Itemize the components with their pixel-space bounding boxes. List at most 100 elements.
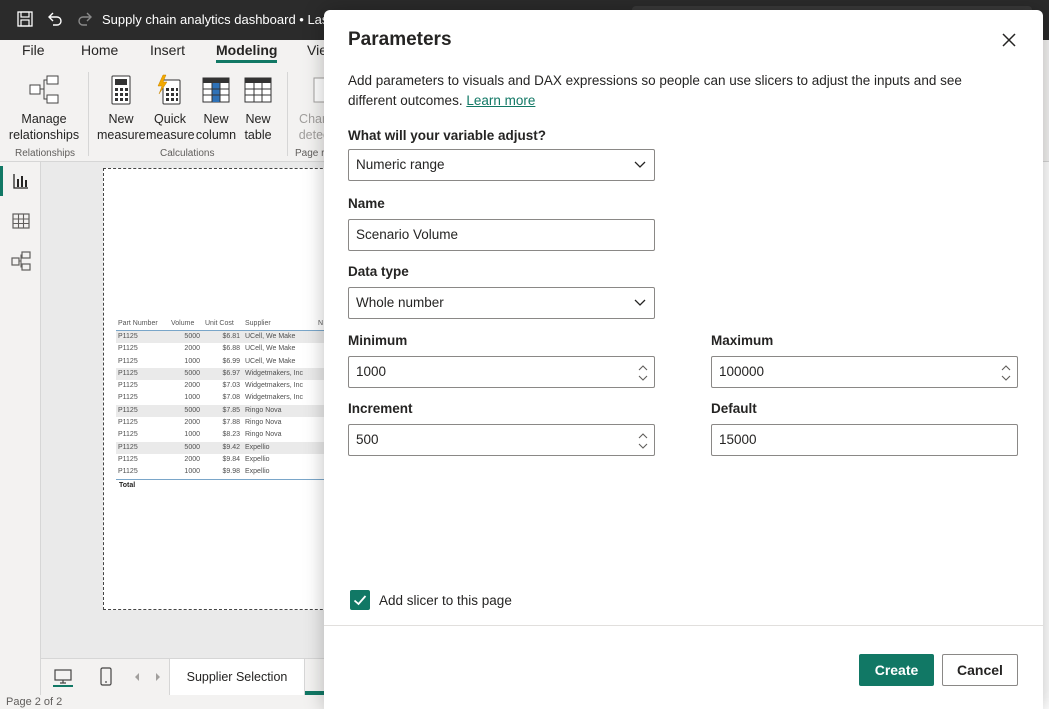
new-column-label-2: column xyxy=(195,128,237,142)
save-icon[interactable] xyxy=(15,9,35,29)
table-cell: $6.99 xyxy=(222,357,240,365)
datatype-dropdown[interactable]: Whole number xyxy=(348,287,655,319)
table-cell: Expellio xyxy=(245,455,270,463)
table-row: P1125 2000 $7.03 Widgetmakers, Inc xyxy=(116,380,326,392)
table-cell: Widgetmakers, Inc xyxy=(245,382,303,390)
spinner-icon[interactable] xyxy=(999,361,1013,385)
footer-divider xyxy=(324,625,1043,626)
new-measure-label-2: measure xyxy=(97,128,146,142)
increment-input[interactable] xyxy=(356,425,610,454)
table-row: P1125 5000 $6.97 Widgetmakers, Inc xyxy=(116,367,326,381)
scroll-left-icon[interactable] xyxy=(133,672,141,682)
tab-insert[interactable]: Insert xyxy=(150,42,185,58)
table-cell: P1125 xyxy=(118,369,138,377)
table-cell: P1125 xyxy=(118,357,138,365)
column-header: N xyxy=(318,320,324,327)
table-cell: $7.88 xyxy=(222,419,240,427)
scroll-right-icon[interactable] xyxy=(154,672,162,682)
name-field[interactable] xyxy=(348,219,655,251)
table-cell: $9.42 xyxy=(222,443,240,451)
create-button[interactable]: Create xyxy=(859,654,934,686)
report-view-icon[interactable] xyxy=(10,170,32,192)
adjust-label: What will your variable adjust? xyxy=(348,128,547,143)
new-table-label-1: New xyxy=(245,112,271,126)
name-input[interactable] xyxy=(356,220,610,249)
table-cell: P1125 xyxy=(118,455,138,463)
learn-more-link[interactable]: Learn more xyxy=(466,93,535,108)
model-view-icon[interactable] xyxy=(10,250,32,272)
group-label-calculations: Calculations xyxy=(160,148,215,159)
ribbon-separator xyxy=(287,72,288,156)
group-label-page: Page r xyxy=(295,148,325,159)
table-cell: 1000 xyxy=(184,357,200,365)
new-column-icon xyxy=(202,77,230,103)
new-table-button[interactable]: New table xyxy=(238,74,278,143)
manage-relationships-button[interactable]: Manage relationships xyxy=(8,74,80,143)
tab-home[interactable]: Home xyxy=(81,42,118,58)
spinner-icon[interactable] xyxy=(636,429,650,453)
report-canvas: Part Number Volume Unit Cost Supplier N … xyxy=(41,162,343,658)
minimum-input[interactable] xyxy=(356,357,610,386)
table-cell: 1000 xyxy=(184,394,200,402)
table-cell: $7.85 xyxy=(222,406,240,414)
new-measure-button[interactable]: New measure xyxy=(97,74,146,143)
table-cell: 2000 xyxy=(184,455,200,463)
minimum-label: Minimum xyxy=(348,333,408,348)
close-icon[interactable] xyxy=(1001,32,1017,48)
desktop-layout-icon[interactable] xyxy=(53,667,73,687)
table-cell: 2000 xyxy=(184,382,200,390)
variable-adjust-dropdown[interactable]: Numeric range xyxy=(348,149,655,181)
table-cell: $9.98 xyxy=(222,468,240,476)
active-view-indicator xyxy=(0,166,3,196)
tab-modeling[interactable]: Modeling xyxy=(216,42,278,63)
table-view-icon[interactable] xyxy=(10,210,32,232)
relationships-icon xyxy=(29,75,59,104)
table-cell: Ringo Nova xyxy=(245,419,282,427)
table-cell: Ringo Nova xyxy=(245,406,282,414)
add-slicer-checkbox[interactable] xyxy=(350,590,370,610)
cancel-button[interactable]: Cancel xyxy=(942,654,1018,686)
table-cell: P1125 xyxy=(118,443,138,451)
default-input[interactable] xyxy=(719,425,973,454)
maximum-input[interactable] xyxy=(719,357,973,386)
manage-relationships-label-1: Manage xyxy=(21,112,67,126)
new-table-label-2: table xyxy=(244,128,272,142)
table-row: P1125 1000 $8.23 Ringo Nova xyxy=(116,429,326,441)
table-cell: P1125 xyxy=(118,345,138,353)
table-cell: 5000 xyxy=(184,369,200,377)
table-cell: $6.88 xyxy=(222,345,240,353)
chevron-down-icon xyxy=(634,161,646,168)
redo-icon[interactable] xyxy=(75,9,95,29)
table-cell: UCell, We Make xyxy=(245,333,296,340)
dialog-description: Add parameters to visuals and DAX expres… xyxy=(348,71,1008,110)
quick-measure-button[interactable]: Quick measure xyxy=(146,74,195,143)
table-cell: $9.84 xyxy=(222,455,240,463)
datatype-label: Data type xyxy=(348,264,409,279)
increment-field[interactable] xyxy=(348,424,655,456)
table-row: P1125 5000 $6.81 UCell, We Make xyxy=(116,331,326,344)
supplier-table-visual[interactable]: Part Number Volume Unit Cost Supplier N … xyxy=(116,317,326,491)
default-field[interactable] xyxy=(711,424,1018,456)
maximum-field[interactable] xyxy=(711,356,1018,388)
calculator-icon xyxy=(111,75,131,105)
table-row: P1125 1000 $9.98 Expellio xyxy=(116,466,326,478)
mobile-layout-icon[interactable] xyxy=(99,667,113,687)
table-cell: UCell, We Make xyxy=(245,345,296,353)
minimum-field[interactable] xyxy=(348,356,655,388)
table-cell: $6.81 xyxy=(222,333,240,340)
window-title: Supply chain analytics dashboard • Last … xyxy=(102,12,350,27)
page-tab-supplier-selection[interactable]: Supplier Selection xyxy=(169,659,305,696)
new-column-button[interactable]: New column xyxy=(194,74,238,143)
table-row: P1125 2000 $9.84 Expellio xyxy=(116,454,326,466)
group-label-relationships: Relationships xyxy=(15,148,76,159)
page-tab-bar: Supplier Selection xyxy=(41,658,341,696)
table-cell: 5000 xyxy=(184,406,200,414)
table-header-row: Part Number Volume Unit Cost Supplier N xyxy=(116,317,326,331)
undo-icon[interactable] xyxy=(45,9,65,29)
tab-file[interactable]: File xyxy=(22,42,45,58)
new-measure-label-1: New xyxy=(108,112,134,126)
table-cell: 5000 xyxy=(184,443,200,451)
report-page[interactable]: Part Number Volume Unit Cost Supplier N … xyxy=(103,168,343,610)
table-row: P1125 2000 $6.88 UCell, We Make xyxy=(116,343,326,355)
spinner-icon[interactable] xyxy=(636,361,650,385)
